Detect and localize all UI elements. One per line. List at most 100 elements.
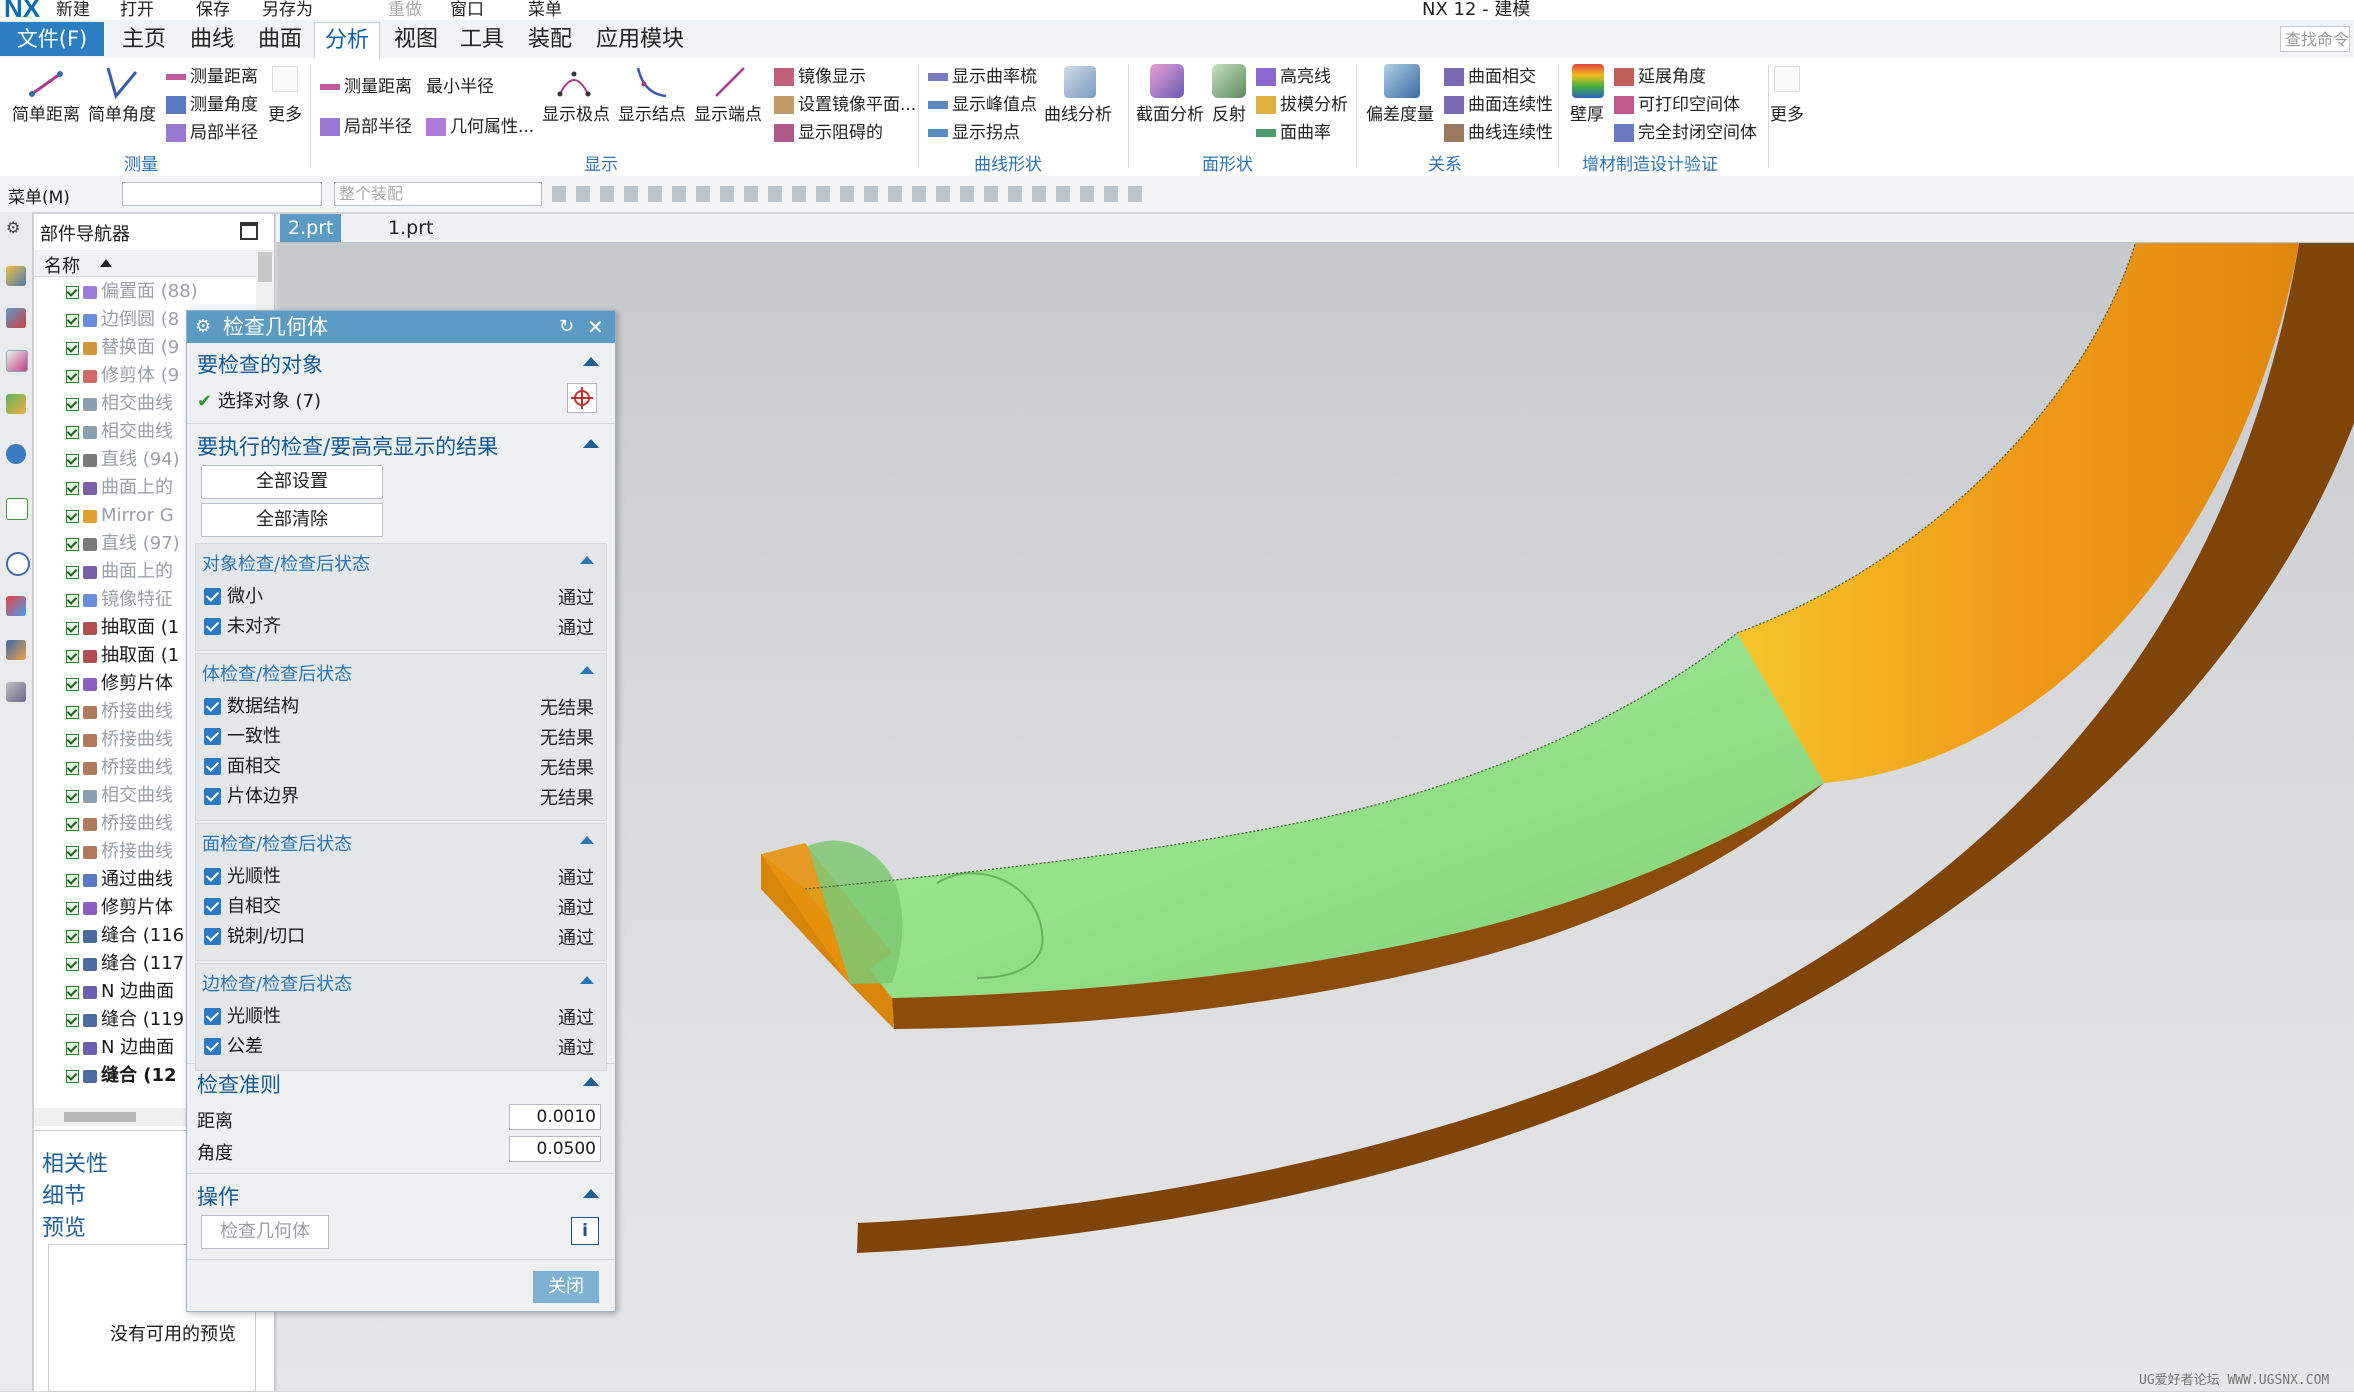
tab-surface[interactable]: 曲面 <box>248 22 312 58</box>
collapse-icon[interactable] <box>583 1077 599 1086</box>
qa-new-button[interactable]: 新建 <box>56 0 90 20</box>
tab-2-prt[interactable]: 2.prt <box>280 214 342 242</box>
visibility-checkbox[interactable] <box>66 313 79 327</box>
visibility-checkbox[interactable] <box>66 565 79 579</box>
visibility-checkbox[interactable] <box>66 929 79 943</box>
qa-saveas-button[interactable]: 另存为 <box>262 0 313 20</box>
tree-row[interactable]: 直线 (97) <box>66 530 180 558</box>
tree-row[interactable]: 相交曲线 <box>66 390 173 418</box>
mirror-display-button[interactable]: 镜像显示 <box>774 62 866 87</box>
show-peaks-button[interactable]: 显示峰值点 <box>928 90 1037 115</box>
show-poles-button[interactable]: 显示极点 <box>542 100 610 125</box>
check-item-checkbox[interactable] <box>204 868 221 885</box>
visibility-checkbox[interactable] <box>66 761 79 775</box>
dialog-header[interactable]: ⚙ 检查几何体 ↻ ✕ <box>187 311 615 343</box>
tree-row[interactable]: 修剪体 (9 <box>66 362 179 390</box>
visibility-checkbox[interactable] <box>66 873 79 887</box>
constraint-navigator-icon[interactable] <box>6 308 26 328</box>
snap-icons-strip[interactable] <box>552 186 1152 202</box>
visibility-checkbox[interactable] <box>66 397 79 411</box>
tab-view[interactable]: 视图 <box>384 22 448 58</box>
scrollbar-thumb[interactable] <box>258 252 272 282</box>
measure-distance-button[interactable]: 测量距离 <box>166 62 258 87</box>
face-continuity-button[interactable]: 曲面连续性 <box>1444 90 1553 115</box>
display-local-radius-button[interactable]: 局部半径 <box>320 112 412 137</box>
tab-curve[interactable]: 曲线 <box>180 22 244 58</box>
menu-button[interactable]: 菜单(M) <box>8 183 70 208</box>
tree-row[interactable]: 桥接曲线 <box>66 810 173 838</box>
visibility-checkbox[interactable] <box>66 1041 79 1055</box>
visibility-checkbox[interactable] <box>66 677 79 691</box>
command-search-input[interactable]: 查找命令 <box>2280 26 2350 52</box>
overhang-angle-button[interactable]: 延展角度 <box>1614 62 1706 87</box>
section-criteria-header[interactable]: 检查准则 <box>197 1069 281 1099</box>
hd3d-icon[interactable] <box>6 444 26 464</box>
tab-application[interactable]: 应用模块 <box>588 22 692 58</box>
visibility-checkbox[interactable] <box>66 341 79 355</box>
collapse-icon[interactable] <box>580 836 594 844</box>
qa-window-button[interactable]: 窗口 <box>450 0 484 20</box>
face-intersect-button[interactable]: 曲面相交 <box>1444 62 1536 87</box>
collapse-icon[interactable] <box>580 556 594 564</box>
check-item-checkbox[interactable] <box>204 928 221 945</box>
section-checks-header[interactable]: 要执行的检查/要高亮显示的结果 <box>197 431 498 461</box>
web-browser-icon[interactable] <box>6 498 28 520</box>
show-endpoints-button[interactable]: 显示端点 <box>694 100 762 125</box>
tree-row[interactable]: 曲面上的 <box>66 558 173 586</box>
info-icon[interactable]: i <box>571 1217 599 1245</box>
angle-input[interactable]: 0.0500 <box>509 1136 601 1162</box>
check-geometry-button[interactable]: 检查几何体 <box>201 1215 329 1249</box>
more-measure-button[interactable]: 更多 <box>268 100 302 125</box>
visibility-checkbox[interactable] <box>66 285 79 299</box>
select-objects-row[interactable]: ✔ 选择对象 (7) <box>197 387 321 413</box>
more-am-button[interactable]: 更多 <box>1770 100 1804 125</box>
dependencies-panel-header[interactable]: 相关性 <box>42 1146 108 1178</box>
tree-row[interactable]: 曲面上的 <box>66 474 173 502</box>
tree-row[interactable]: 替换面 (9 <box>66 334 179 362</box>
check-item-checkbox[interactable] <box>204 698 221 715</box>
visibility-checkbox[interactable] <box>66 845 79 859</box>
closed-void-button[interactable]: 完全封闭空间体 <box>1614 118 1757 143</box>
assembly-navigator-icon[interactable] <box>6 266 26 286</box>
tab-assembly[interactable]: 装配 <box>518 22 582 58</box>
face-curvature-button[interactable]: 面曲率 <box>1256 118 1331 143</box>
collapse-icon[interactable] <box>580 666 594 674</box>
geometric-properties-button[interactable]: 几何属性... <box>426 112 534 137</box>
tree-row[interactable]: N 边曲面 <box>66 1034 174 1062</box>
show-comb-button[interactable]: 显示曲率梳 <box>928 62 1037 87</box>
column-header[interactable]: 名称 <box>34 250 256 277</box>
h-scrollbar-thumb[interactable] <box>64 1112 136 1122</box>
collapse-icon[interactable] <box>583 1189 599 1198</box>
section-analysis-button[interactable]: 截面分析 <box>1136 100 1204 125</box>
wall-thickness-button[interactable]: 壁厚 <box>1570 100 1604 125</box>
show-inflections-button[interactable]: 显示拐点 <box>928 118 1020 143</box>
green-face[interactable] <box>805 633 1824 998</box>
set-mirror-plane-button[interactable]: 设置镜像平面... <box>774 90 916 115</box>
qa-menu-button[interactable]: 菜单 <box>528 0 562 20</box>
visibility-checkbox[interactable] <box>66 509 79 523</box>
collapse-icon[interactable] <box>583 357 599 366</box>
check-group-header[interactable]: 体检查/检查后状态 <box>202 660 352 686</box>
preview-panel-header[interactable]: 预览 <box>42 1210 86 1242</box>
visibility-checkbox[interactable] <box>66 537 79 551</box>
visibility-checkbox[interactable] <box>66 369 79 383</box>
reset-icon[interactable]: ↻ <box>559 311 574 343</box>
tab-tools[interactable]: 工具 <box>450 22 514 58</box>
tree-row[interactable]: 缝合 (12 <box>66 1062 177 1090</box>
orange-face[interactable] <box>1737 243 2300 783</box>
tree-row[interactable]: N 边曲面 <box>66 978 174 1006</box>
printable-void-button[interactable]: 可打印空间体 <box>1614 90 1740 115</box>
visibility-checkbox[interactable] <box>66 621 79 635</box>
tree-row[interactable]: 相交曲线 <box>66 418 173 446</box>
display-measure-distance-button[interactable]: 测量距离 <box>320 72 412 97</box>
tree-row[interactable]: 相交曲线 <box>66 782 173 810</box>
collapse-icon[interactable] <box>583 439 599 448</box>
set-all-button[interactable]: 全部设置 <box>201 465 383 499</box>
check-item-checkbox[interactable] <box>204 588 221 605</box>
simple-distance-button[interactable]: 简单距离 <box>12 100 80 125</box>
tree-row[interactable]: 偏置面 (88) <box>66 278 198 306</box>
curve-analysis-button[interactable]: 曲线分析 <box>1044 100 1112 125</box>
draft-analysis-button[interactable]: 拔模分析 <box>1256 90 1348 115</box>
tab-analysis[interactable]: 分析 <box>314 22 380 59</box>
qa-redo-button[interactable]: 重做 <box>388 0 422 20</box>
